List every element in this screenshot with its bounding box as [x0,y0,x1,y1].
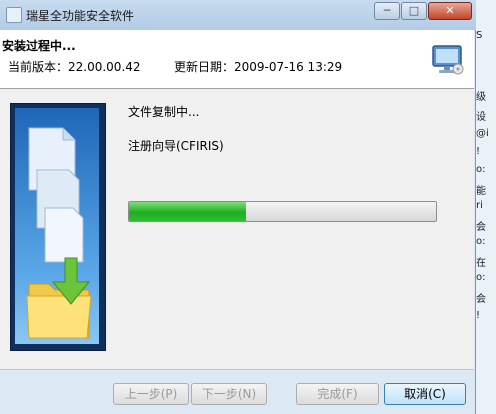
bg-text: S [476,30,483,41]
bg-text: ! [476,310,481,321]
current-task-text: 注册向导(CFIRIS) [128,139,224,153]
background-window: S 级 设 @i ! o: 能 ri 会 o: 在 o: 会 ! [476,0,496,414]
bg-text: 级 [476,92,486,103]
install-illustration [10,103,106,351]
window-title: 瑞星全功能安全软件 [26,9,135,23]
status-text: 文件复制中... [128,105,200,119]
bg-text: o: [476,236,486,247]
bg-text: ! [476,146,481,157]
minimize-button[interactable]: ─ [374,2,400,20]
progress-fill [129,202,246,221]
maximize-button[interactable]: □ [401,2,427,20]
update-date: 更新日期：2009-07-16 13:29 [174,60,343,74]
close-button[interactable]: ✕ [428,2,472,20]
bg-text: 会 [476,294,486,305]
next-button[interactable]: 下一步(N) [191,383,267,405]
previous-button[interactable]: 上一步(P) [113,383,189,405]
finish-button[interactable]: 完成(F) [296,383,379,405]
bg-text: ri [476,200,483,211]
footer-divider [0,369,474,370]
cancel-button[interactable]: 取消(C) [384,383,466,405]
installer-window: 瑞星全功能安全软件 ─ □ ✕ 安装过程中... 当前版本：22.00.00.4… [0,0,476,414]
bg-text: 在 [476,258,486,269]
bg-text: @i [476,128,489,139]
bg-text: 会 [476,222,486,233]
illustration-background [15,108,99,344]
bg-text: 能 [476,186,486,197]
minimize-icon: ─ [383,4,391,17]
title-bar[interactable]: 瑞星全功能安全软件 ─ □ ✕ [0,0,476,30]
current-version: 当前版本：22.00.00.42 [8,60,141,74]
close-icon: ✕ [445,4,455,17]
main-panel: 文件复制中... 注册向导(CFIRIS) [0,89,474,369]
header-panel: 安装过程中... 当前版本：22.00.00.42 更新日期：2009-07-1… [0,30,474,89]
install-progress-bar [128,201,437,222]
bg-text: 设 [476,112,486,123]
app-icon [6,7,22,23]
file-copy-to-folder-icon [26,127,92,339]
bg-text: o: [476,164,486,175]
bg-text: o: [476,272,486,283]
page-title: 安装过程中... [2,39,76,53]
maximize-icon: □ [408,4,420,17]
computer-monitor-icon [432,45,464,75]
